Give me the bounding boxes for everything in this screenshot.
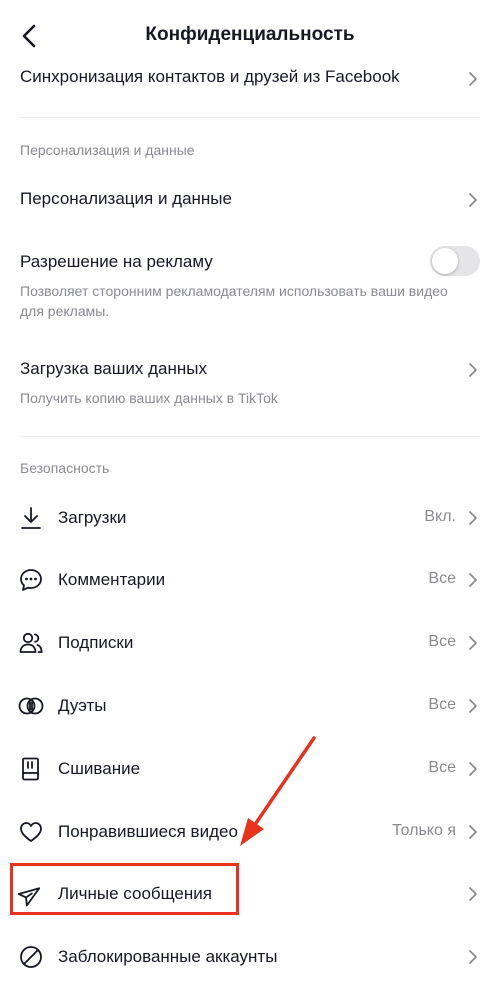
facebook-sync-row[interactable]: Синхронизация контактов и друзей из Face… bbox=[0, 62, 500, 98]
chevron-right-icon bbox=[469, 887, 477, 901]
chevron-right-icon bbox=[469, 511, 477, 525]
row-description: Получить копию ваших данных в TikTok bbox=[20, 390, 278, 406]
chevron-right-icon bbox=[469, 72, 477, 86]
row-label: Подписки bbox=[58, 633, 134, 652]
row-value: Все bbox=[428, 633, 456, 650]
download-icon bbox=[21, 507, 41, 529]
toggle-knob bbox=[432, 248, 458, 274]
row-label: Комментарии bbox=[58, 570, 166, 589]
row-description: Позволяет сторонним рекламодателям испол… bbox=[20, 283, 448, 319]
divider bbox=[20, 436, 480, 437]
chevron-right-icon bbox=[469, 636, 477, 650]
row-label: Разрешение на рекламу bbox=[20, 252, 213, 271]
users-icon bbox=[19, 632, 43, 653]
chevron-right-icon bbox=[469, 762, 477, 776]
download-data-row[interactable]: Загрузка ваших данных Получить копию ваш… bbox=[0, 350, 500, 412]
annotation-highlight-box bbox=[10, 863, 239, 915]
row-value: Только я bbox=[392, 822, 456, 839]
row-label: Загрузка ваших данных bbox=[20, 359, 207, 378]
row-label: Синхронизация контактов и друзей из Face… bbox=[20, 67, 400, 86]
chevron-right-icon bbox=[469, 573, 477, 587]
row-value: Все bbox=[428, 696, 456, 713]
chevron-right-icon bbox=[469, 825, 477, 839]
ad-permission-toggle[interactable] bbox=[430, 246, 480, 276]
row-label: Понравившиеся видео bbox=[58, 822, 238, 841]
row-label: Заблокированные аккаунты bbox=[58, 947, 278, 966]
row-label: Дуэты bbox=[58, 696, 107, 715]
chevron-right-icon bbox=[469, 193, 477, 207]
row-value: Все bbox=[428, 570, 456, 587]
comments-row[interactable]: Комментарии Все bbox=[0, 558, 500, 602]
row-label: Сшивание bbox=[58, 759, 141, 778]
liked-videos-row[interactable]: Понравившиеся видео Только я bbox=[0, 810, 500, 854]
following-row[interactable]: Подписки Все bbox=[0, 621, 500, 665]
comment-icon bbox=[20, 569, 42, 591]
personalization-row[interactable]: Персонализация и данные bbox=[0, 180, 500, 220]
heart-icon bbox=[20, 822, 42, 842]
row-value: Вкл. bbox=[424, 508, 456, 525]
row-value: Все bbox=[428, 759, 456, 776]
chevron-right-icon bbox=[469, 363, 477, 377]
page-title: Конфиденциальность bbox=[145, 24, 355, 45]
section-label-personalization: Персонализация и данные bbox=[20, 142, 195, 158]
duets-row[interactable]: Дуэты Все bbox=[0, 684, 500, 728]
stitch-row[interactable]: Сшивание Все bbox=[0, 747, 500, 791]
blocked-icon bbox=[20, 946, 42, 968]
row-label: Загрузки bbox=[58, 508, 127, 527]
ad-permission-row: Разрешение на рекламу Позволяет сторонни… bbox=[0, 240, 500, 322]
stitch-icon bbox=[22, 757, 39, 781]
row-label: Персонализация и данные bbox=[20, 189, 232, 208]
downloads-row[interactable]: Загрузки Вкл. bbox=[0, 496, 500, 540]
chevron-right-icon bbox=[469, 699, 477, 713]
duet-icon bbox=[18, 697, 44, 715]
chevron-right-icon bbox=[469, 950, 477, 964]
blocked-accounts-row[interactable]: Заблокированные аккаунты bbox=[0, 935, 500, 979]
section-label-security: Безопасность bbox=[20, 460, 110, 476]
divider bbox=[20, 117, 480, 118]
